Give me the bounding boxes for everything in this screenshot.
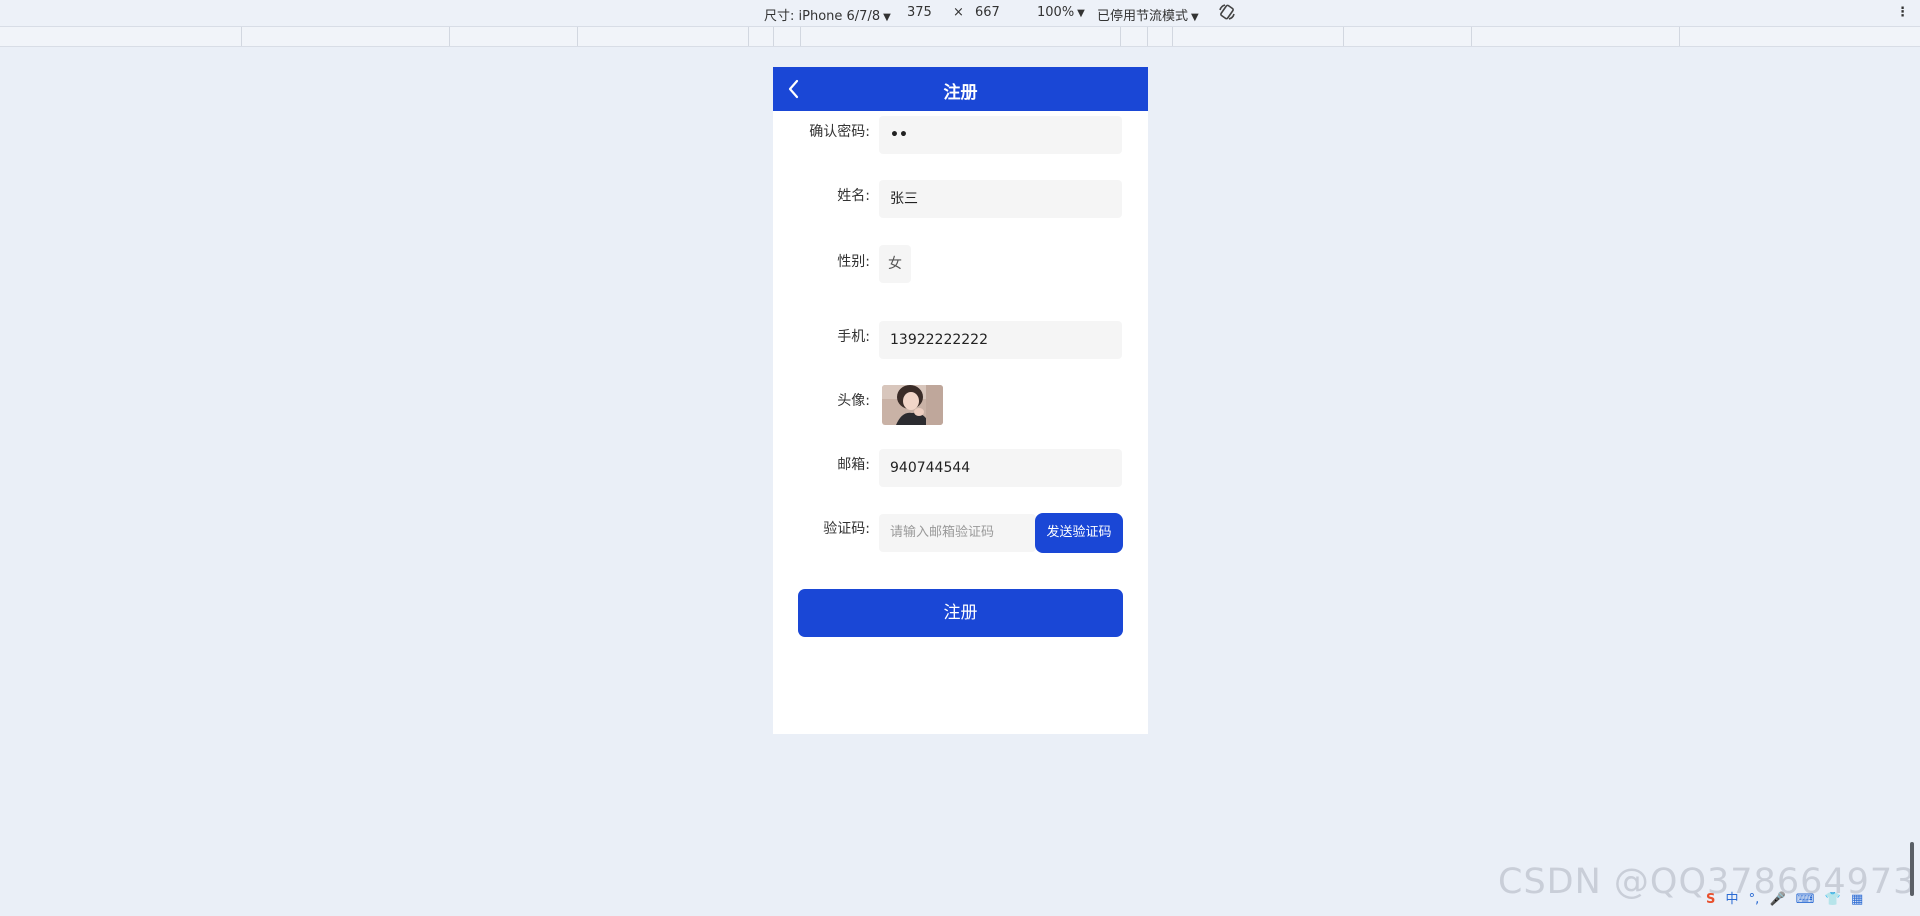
devtools-ruler: [0, 27, 1920, 47]
ruler-segment: [800, 27, 801, 46]
email-input[interactable]: 940744544: [879, 449, 1122, 487]
email-label: 邮箱:: [837, 457, 870, 473]
name-label: 姓名:: [837, 188, 870, 204]
viewport-height[interactable]: 667: [975, 5, 1000, 20]
send-code-button[interactable]: 发送验证码: [1035, 513, 1123, 553]
apps-grid-icon[interactable]: ▦: [1851, 892, 1863, 907]
ruler-segment: [577, 27, 578, 46]
phone-input[interactable]: 13922222222: [879, 321, 1122, 359]
avatar-label: 头像:: [837, 393, 870, 409]
sogou-logo-icon[interactable]: S: [1706, 892, 1715, 907]
ruler-segment: [1343, 27, 1344, 46]
devtools-device-toolbar: 尺寸: iPhone 6/7/8 ▼ 375 × 667 100% ▼ 已停用节流模…: [0, 0, 1920, 27]
dropdown-caret-icon: ▼: [1191, 12, 1199, 23]
dropdown-caret-icon: ▼: [1077, 8, 1085, 19]
times-icon: ×: [953, 5, 964, 20]
ruler-segment: [449, 27, 450, 46]
zoom-select[interactable]: 100% ▼: [1037, 5, 1085, 20]
email-code-input[interactable]: 请输入邮箱验证码: [879, 514, 1036, 552]
skin-icon[interactable]: 👕: [1825, 892, 1841, 907]
code-label: 验证码:: [823, 521, 870, 537]
name-input[interactable]: 张三: [879, 180, 1122, 218]
zoom-label: 100%: [1037, 5, 1075, 20]
ruler-segment: [1147, 27, 1148, 46]
ime-tray: S 中 °, 🎤 ⌨ 👕 ▦: [1706, 888, 1869, 910]
microphone-icon[interactable]: 🎤: [1769, 892, 1785, 907]
ruler-segment: [773, 27, 774, 46]
gender-select[interactable]: 女: [879, 245, 911, 283]
ime-mode[interactable]: 中: [1726, 892, 1739, 907]
phone-label: 手机:: [837, 329, 870, 345]
ruler-segment: [1471, 27, 1472, 46]
ruler-segment: [1120, 27, 1121, 46]
throttle-select[interactable]: 已停用节流模式 ▼: [1097, 5, 1199, 24]
punctuation-mode[interactable]: °,: [1749, 892, 1760, 907]
rotate-icon[interactable]: [1218, 3, 1236, 25]
page-title: 注册: [943, 83, 978, 103]
device-label: 尺寸: iPhone 6/7/8: [764, 9, 881, 24]
gender-label: 性别:: [837, 254, 870, 270]
keyboard-icon[interactable]: ⌨: [1796, 892, 1815, 907]
nav-bar: 注册: [773, 67, 1148, 111]
dropdown-caret-icon: ▼: [883, 12, 891, 23]
confirm-password-label: 确认密码:: [809, 124, 870, 140]
viewport-width[interactable]: 375: [907, 5, 932, 20]
ruler-segment: [1679, 27, 1680, 46]
confirm-password-input[interactable]: ••: [879, 116, 1122, 154]
ruler-segment: [748, 27, 749, 46]
ruler-segment: [241, 27, 242, 46]
avatar-image[interactable]: [882, 385, 943, 425]
more-options-icon[interactable]: ⋮: [1896, 5, 1909, 20]
ruler-segment: [1172, 27, 1173, 46]
scrollbar-thumb[interactable]: [1910, 842, 1914, 896]
register-button[interactable]: 注册: [798, 589, 1123, 637]
throttle-label: 已停用节流模式: [1097, 9, 1189, 24]
device-select[interactable]: 尺寸: iPhone 6/7/8 ▼: [764, 5, 891, 24]
phone-viewport: 注册 确认密码: •• 姓名: 张三 性别: 女 手机: 13922222222…: [773, 67, 1148, 734]
